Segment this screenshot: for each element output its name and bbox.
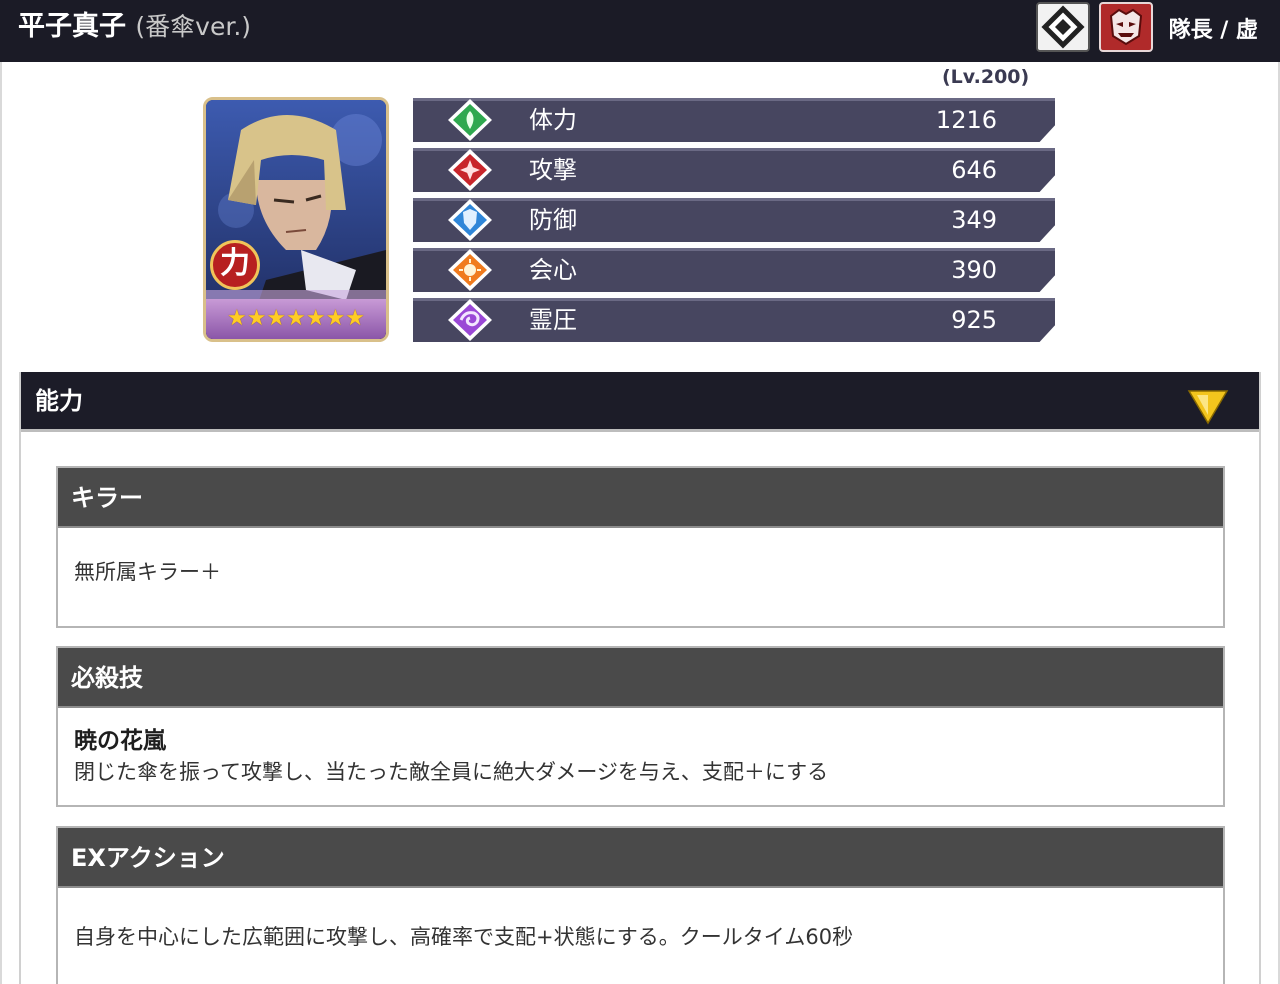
rank-label: 隊長 / 虚 bbox=[1168, 18, 1258, 43]
stat-row-defense: 防御 349 bbox=[413, 198, 1055, 242]
stat-value: 925 bbox=[951, 306, 997, 334]
stat-value: 390 bbox=[951, 256, 997, 284]
ex-action-title: EXアクション bbox=[58, 828, 1223, 888]
defense-shield-icon bbox=[448, 199, 492, 241]
spirit-pressure-icon bbox=[448, 299, 492, 341]
stat-label: 攻撃 bbox=[529, 156, 577, 184]
abilities-header[interactable]: 能力 bbox=[21, 372, 1259, 432]
stat-value: 1216 bbox=[935, 106, 997, 134]
stat-row-spirit-pressure: 霊圧 925 bbox=[413, 298, 1055, 342]
ex-action-section: EXアクション 自身を中心にした広範囲に攻撃し、高確率で支配+状態にする。クール… bbox=[56, 826, 1225, 984]
stat-label: 霊圧 bbox=[529, 306, 577, 334]
stat-label: 体力 bbox=[529, 106, 577, 134]
attribute-badge: 力 bbox=[210, 240, 260, 290]
killer-section: キラー 無所属キラー＋ bbox=[56, 466, 1225, 628]
killer-text: 無所属キラー＋ bbox=[74, 560, 221, 584]
stat-label: 会心 bbox=[529, 256, 577, 284]
attack-icon bbox=[448, 149, 492, 191]
hollow-mask-icon bbox=[1099, 2, 1153, 52]
stat-label: 防御 bbox=[529, 206, 577, 234]
critical-sun-icon bbox=[448, 249, 492, 291]
stat-value: 646 bbox=[951, 156, 997, 184]
top-bar: 平子真子 (番傘ver.) 隊長 / 虚 bbox=[0, 0, 1280, 62]
power-type-icon bbox=[1036, 2, 1090, 52]
killer-title: キラー bbox=[58, 468, 1223, 528]
character-title: 平子真子 (番傘ver.) bbox=[18, 10, 251, 44]
rarity-stars: ★★★★★★★ bbox=[206, 299, 386, 339]
rarity-star-text: ★★★★★★★ bbox=[226, 306, 366, 331]
stat-row-attack: 攻撃 646 bbox=[413, 148, 1055, 192]
character-variant: (番傘ver.) bbox=[135, 12, 252, 41]
character-name: 平子真子 bbox=[18, 11, 126, 42]
stat-value: 349 bbox=[951, 206, 997, 234]
special-move-name: 暁の花嵐 bbox=[74, 728, 166, 754]
special-move-title: 必殺技 bbox=[58, 648, 1223, 708]
abilities-heading: 能力 bbox=[35, 387, 83, 415]
ex-action-text: 自身を中心にした広範囲に攻撃し、高確率で支配+状態にする。クールタイム60秒 bbox=[74, 925, 854, 949]
level-label: (Lv.200) bbox=[942, 66, 1030, 88]
character-card[interactable]: 力 ★★★★★★★ bbox=[203, 97, 389, 342]
hp-leaf-icon bbox=[448, 99, 492, 141]
stat-row-critical: 会心 390 bbox=[413, 248, 1055, 292]
special-move-text: 閉じた傘を振って攻撃し、当たった敵全員に絶大ダメージを与え、支配＋にする bbox=[74, 760, 829, 784]
collapse-triangle-icon[interactable] bbox=[1187, 387, 1229, 427]
special-move-section: 必殺技 暁の花嵐 閉じた傘を振って攻撃し、当たった敵全員に絶大ダメージを与え、支… bbox=[56, 646, 1225, 807]
stat-row-hp: 体力 1216 bbox=[413, 98, 1055, 142]
